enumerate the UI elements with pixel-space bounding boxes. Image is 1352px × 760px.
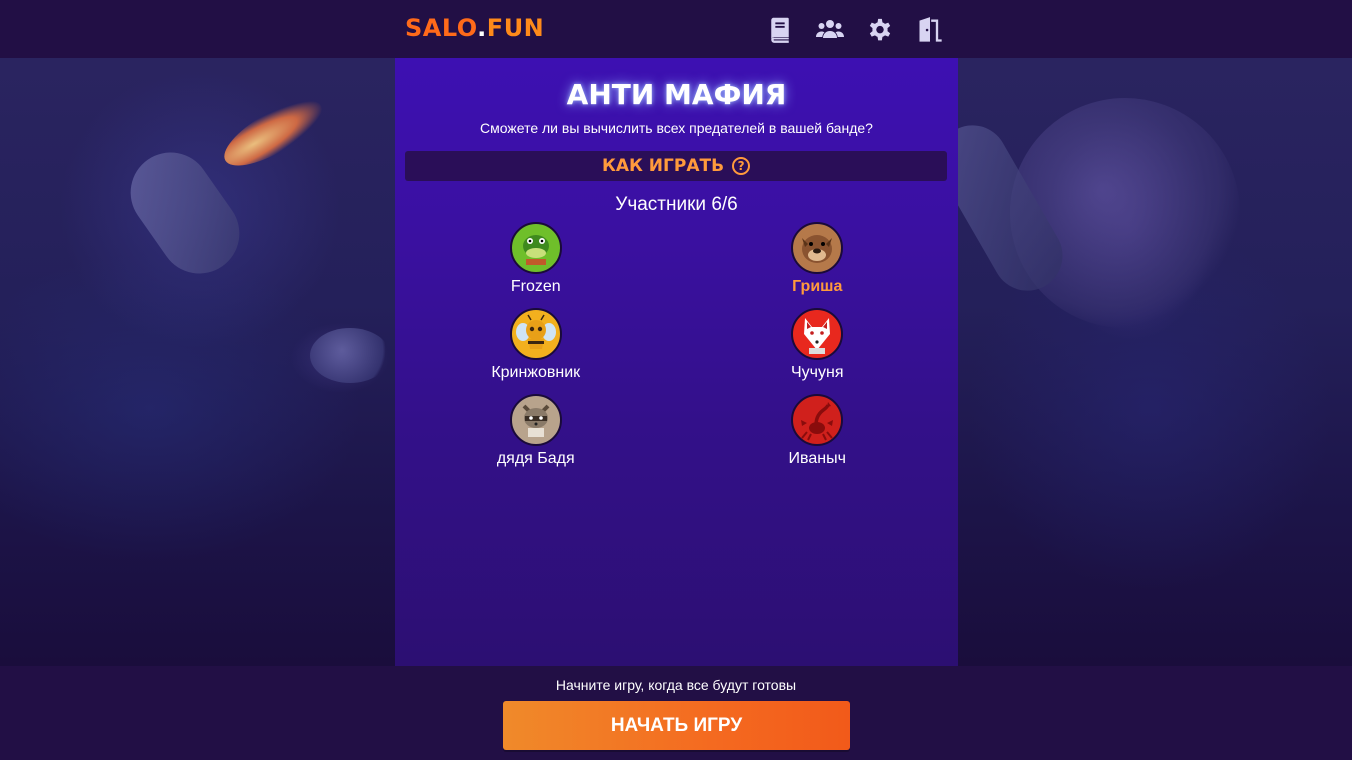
bulldog-avatar	[791, 222, 844, 274]
bee-avatar	[509, 308, 562, 360]
scorpion-avatar	[791, 394, 844, 446]
player-card[interactable]: Кринжовник	[395, 308, 677, 384]
player-name: Чучуня	[791, 364, 844, 381]
logo[interactable]: SALO.FUN	[405, 14, 544, 42]
player-card[interactable]: Иваныч	[677, 394, 959, 470]
raccoon-icon	[522, 404, 550, 437]
exit-button[interactable]	[915, 15, 945, 45]
scorpion-icon	[801, 402, 834, 441]
crocodile-icon	[522, 235, 549, 265]
users-icon	[816, 20, 844, 38]
player-card[interactable]: Frozen	[395, 222, 677, 298]
crocodile-avatar	[509, 222, 562, 274]
space-fish-illustration	[310, 328, 390, 383]
player-card-self[interactable]: Гриша	[677, 222, 959, 298]
fox-icon	[804, 318, 831, 354]
start-hint: Начните игру, когда все будут готовы	[555, 677, 797, 693]
top-bar: SALO.FUN	[0, 0, 1352, 58]
start-game-button[interactable]: НАЧАТЬ ИГРУ	[503, 701, 850, 750]
book-icon	[771, 17, 789, 43]
exit-door-icon	[919, 17, 942, 42]
player-name: Frozen	[510, 278, 561, 295]
bee-icon	[515, 314, 556, 349]
question-circle-icon: ?	[732, 157, 751, 175]
participants-count: Участники 6/6	[615, 194, 738, 215]
player-name: Кринжовник	[491, 364, 581, 381]
raccoon-avatar	[509, 394, 562, 446]
player-card[interactable]: Чучуня	[677, 308, 959, 384]
bottom-bar: Начните игру, когда все будут готовы НАЧ…	[0, 666, 1352, 760]
players-grid: Frozen Гриша Кринжовник Чучуня дядя Бадя…	[395, 222, 958, 470]
how-to-play-label: КАК ИГРАТЬ	[601, 156, 725, 176]
lobby-panel: АНТИ МАФИЯ Сможете ли вы вычислить всех …	[395, 58, 958, 666]
players-button[interactable]	[815, 15, 845, 45]
game-title: АНТИ МАФИЯ	[566, 78, 787, 111]
planet-illustration	[1010, 98, 1240, 328]
player-name: Иваныч	[788, 450, 846, 467]
rules-book-button[interactable]	[765, 15, 795, 45]
player-name: дядя Бадя	[496, 450, 575, 467]
gear-icon	[869, 18, 891, 41]
rocket-flame-illustration	[215, 88, 331, 178]
game-subtitle: Сможете ли вы вычислить всех предателей …	[480, 120, 873, 136]
bulldog-icon	[802, 235, 833, 263]
how-to-play-button[interactable]: КАК ИГРАТЬ ?	[405, 151, 947, 181]
player-name: Гриша	[792, 278, 843, 295]
player-card[interactable]: дядя Бадя	[395, 394, 677, 470]
fox-avatar	[791, 308, 844, 360]
header-icons	[765, 15, 945, 45]
settings-button[interactable]	[865, 15, 895, 45]
